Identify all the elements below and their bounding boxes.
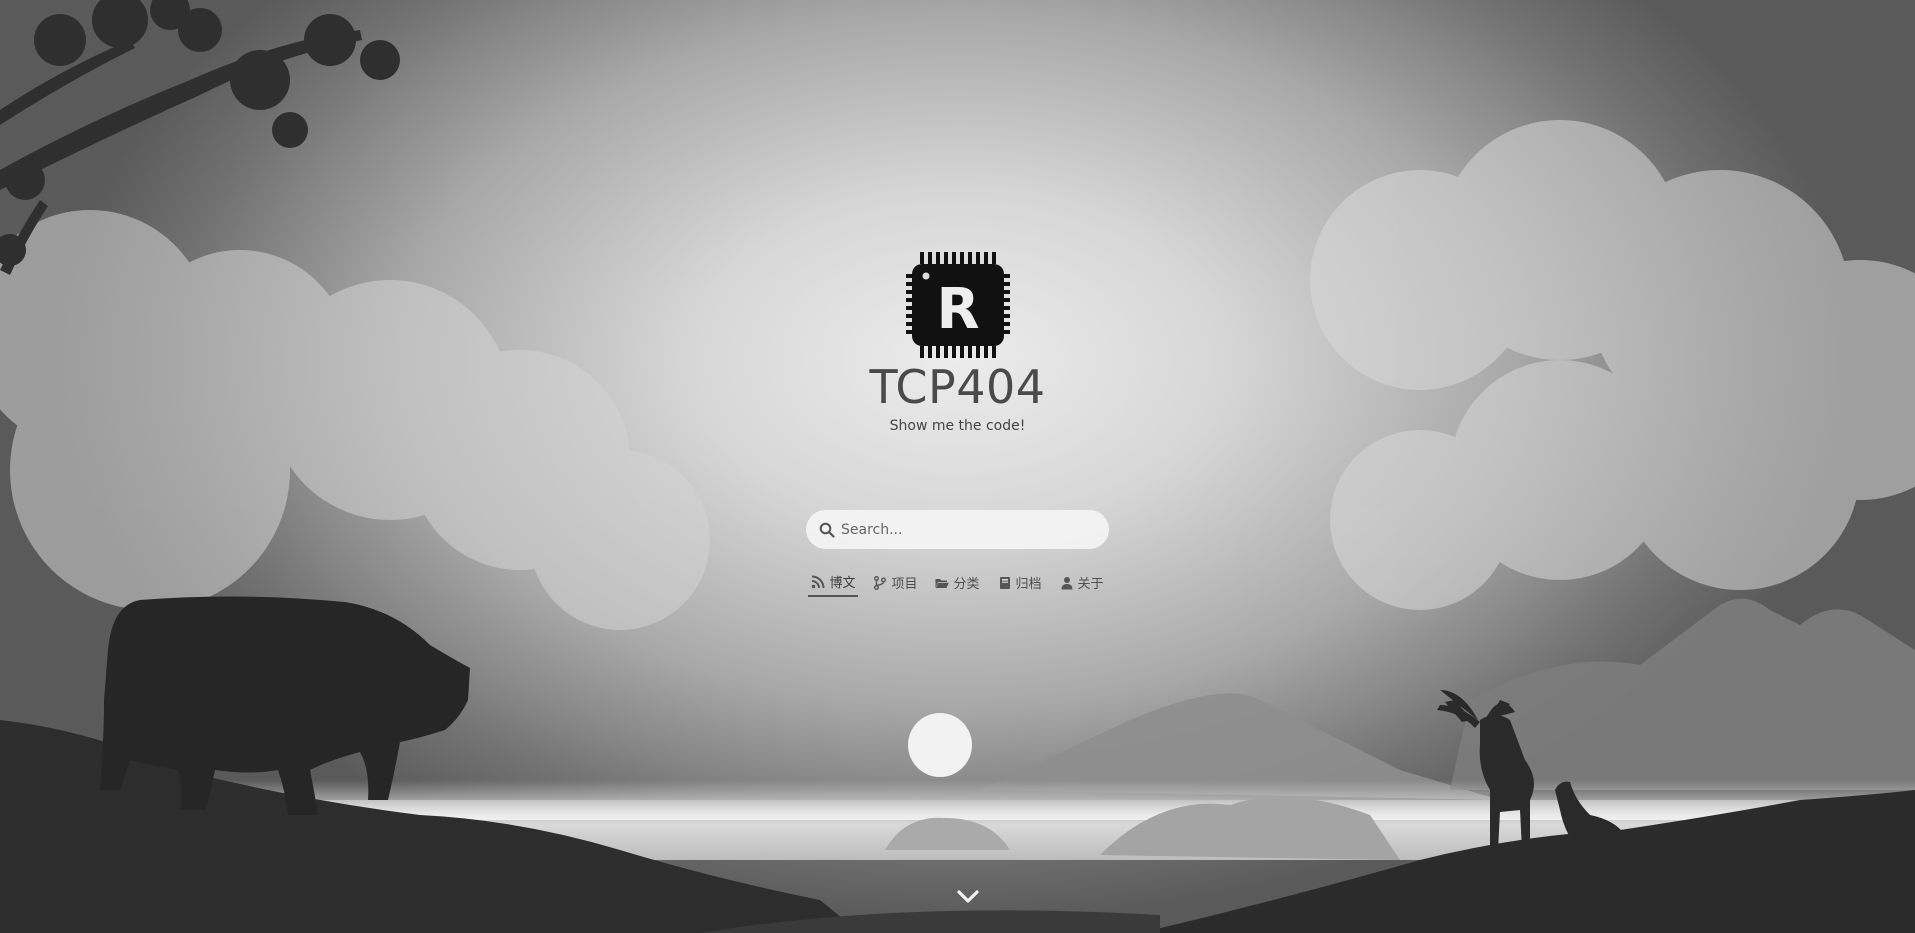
hero-header: R TCP404 Show me the code! bbox=[0, 252, 1915, 436]
nav-item-label: 关于 bbox=[1077, 577, 1104, 592]
nav-item-label: 归档 bbox=[1015, 577, 1042, 592]
background-landscape-illustration bbox=[0, 0, 1915, 933]
nav-item-categories[interactable]: 分类 bbox=[932, 570, 982, 597]
book-icon bbox=[999, 576, 1010, 589]
chip-logo-icon[interactable]: R bbox=[905, 252, 1010, 358]
rss-icon bbox=[812, 575, 825, 588]
hero-page: R TCP404 Show me the code! 博文 bbox=[0, 0, 1915, 933]
search-box[interactable] bbox=[806, 510, 1109, 549]
nav-item-about[interactable]: 关于 bbox=[1057, 570, 1107, 597]
search-input[interactable] bbox=[841, 514, 1091, 545]
nav-item-label: 分类 bbox=[953, 577, 980, 592]
search-icon bbox=[819, 522, 835, 538]
user-icon bbox=[1061, 576, 1073, 589]
nav-item-archives[interactable]: 归档 bbox=[995, 570, 1045, 597]
nav-item-projects[interactable]: 项目 bbox=[870, 570, 920, 597]
nav-item-posts[interactable]: 博文 bbox=[808, 570, 859, 597]
svg-text:R: R bbox=[936, 277, 979, 342]
code-branch-icon bbox=[874, 575, 887, 590]
main-nav: 博文 项目 分类 归档 关于 bbox=[806, 570, 1109, 597]
nav-item-label: 项目 bbox=[891, 577, 918, 592]
sun bbox=[908, 713, 972, 777]
site-subtitle: Show me the code! bbox=[889, 418, 1026, 434]
nav-item-label: 博文 bbox=[829, 576, 856, 591]
chevron-down-icon[interactable] bbox=[956, 888, 980, 906]
site-title[interactable]: TCP404 bbox=[869, 360, 1045, 414]
folder-open-icon bbox=[935, 578, 950, 588]
